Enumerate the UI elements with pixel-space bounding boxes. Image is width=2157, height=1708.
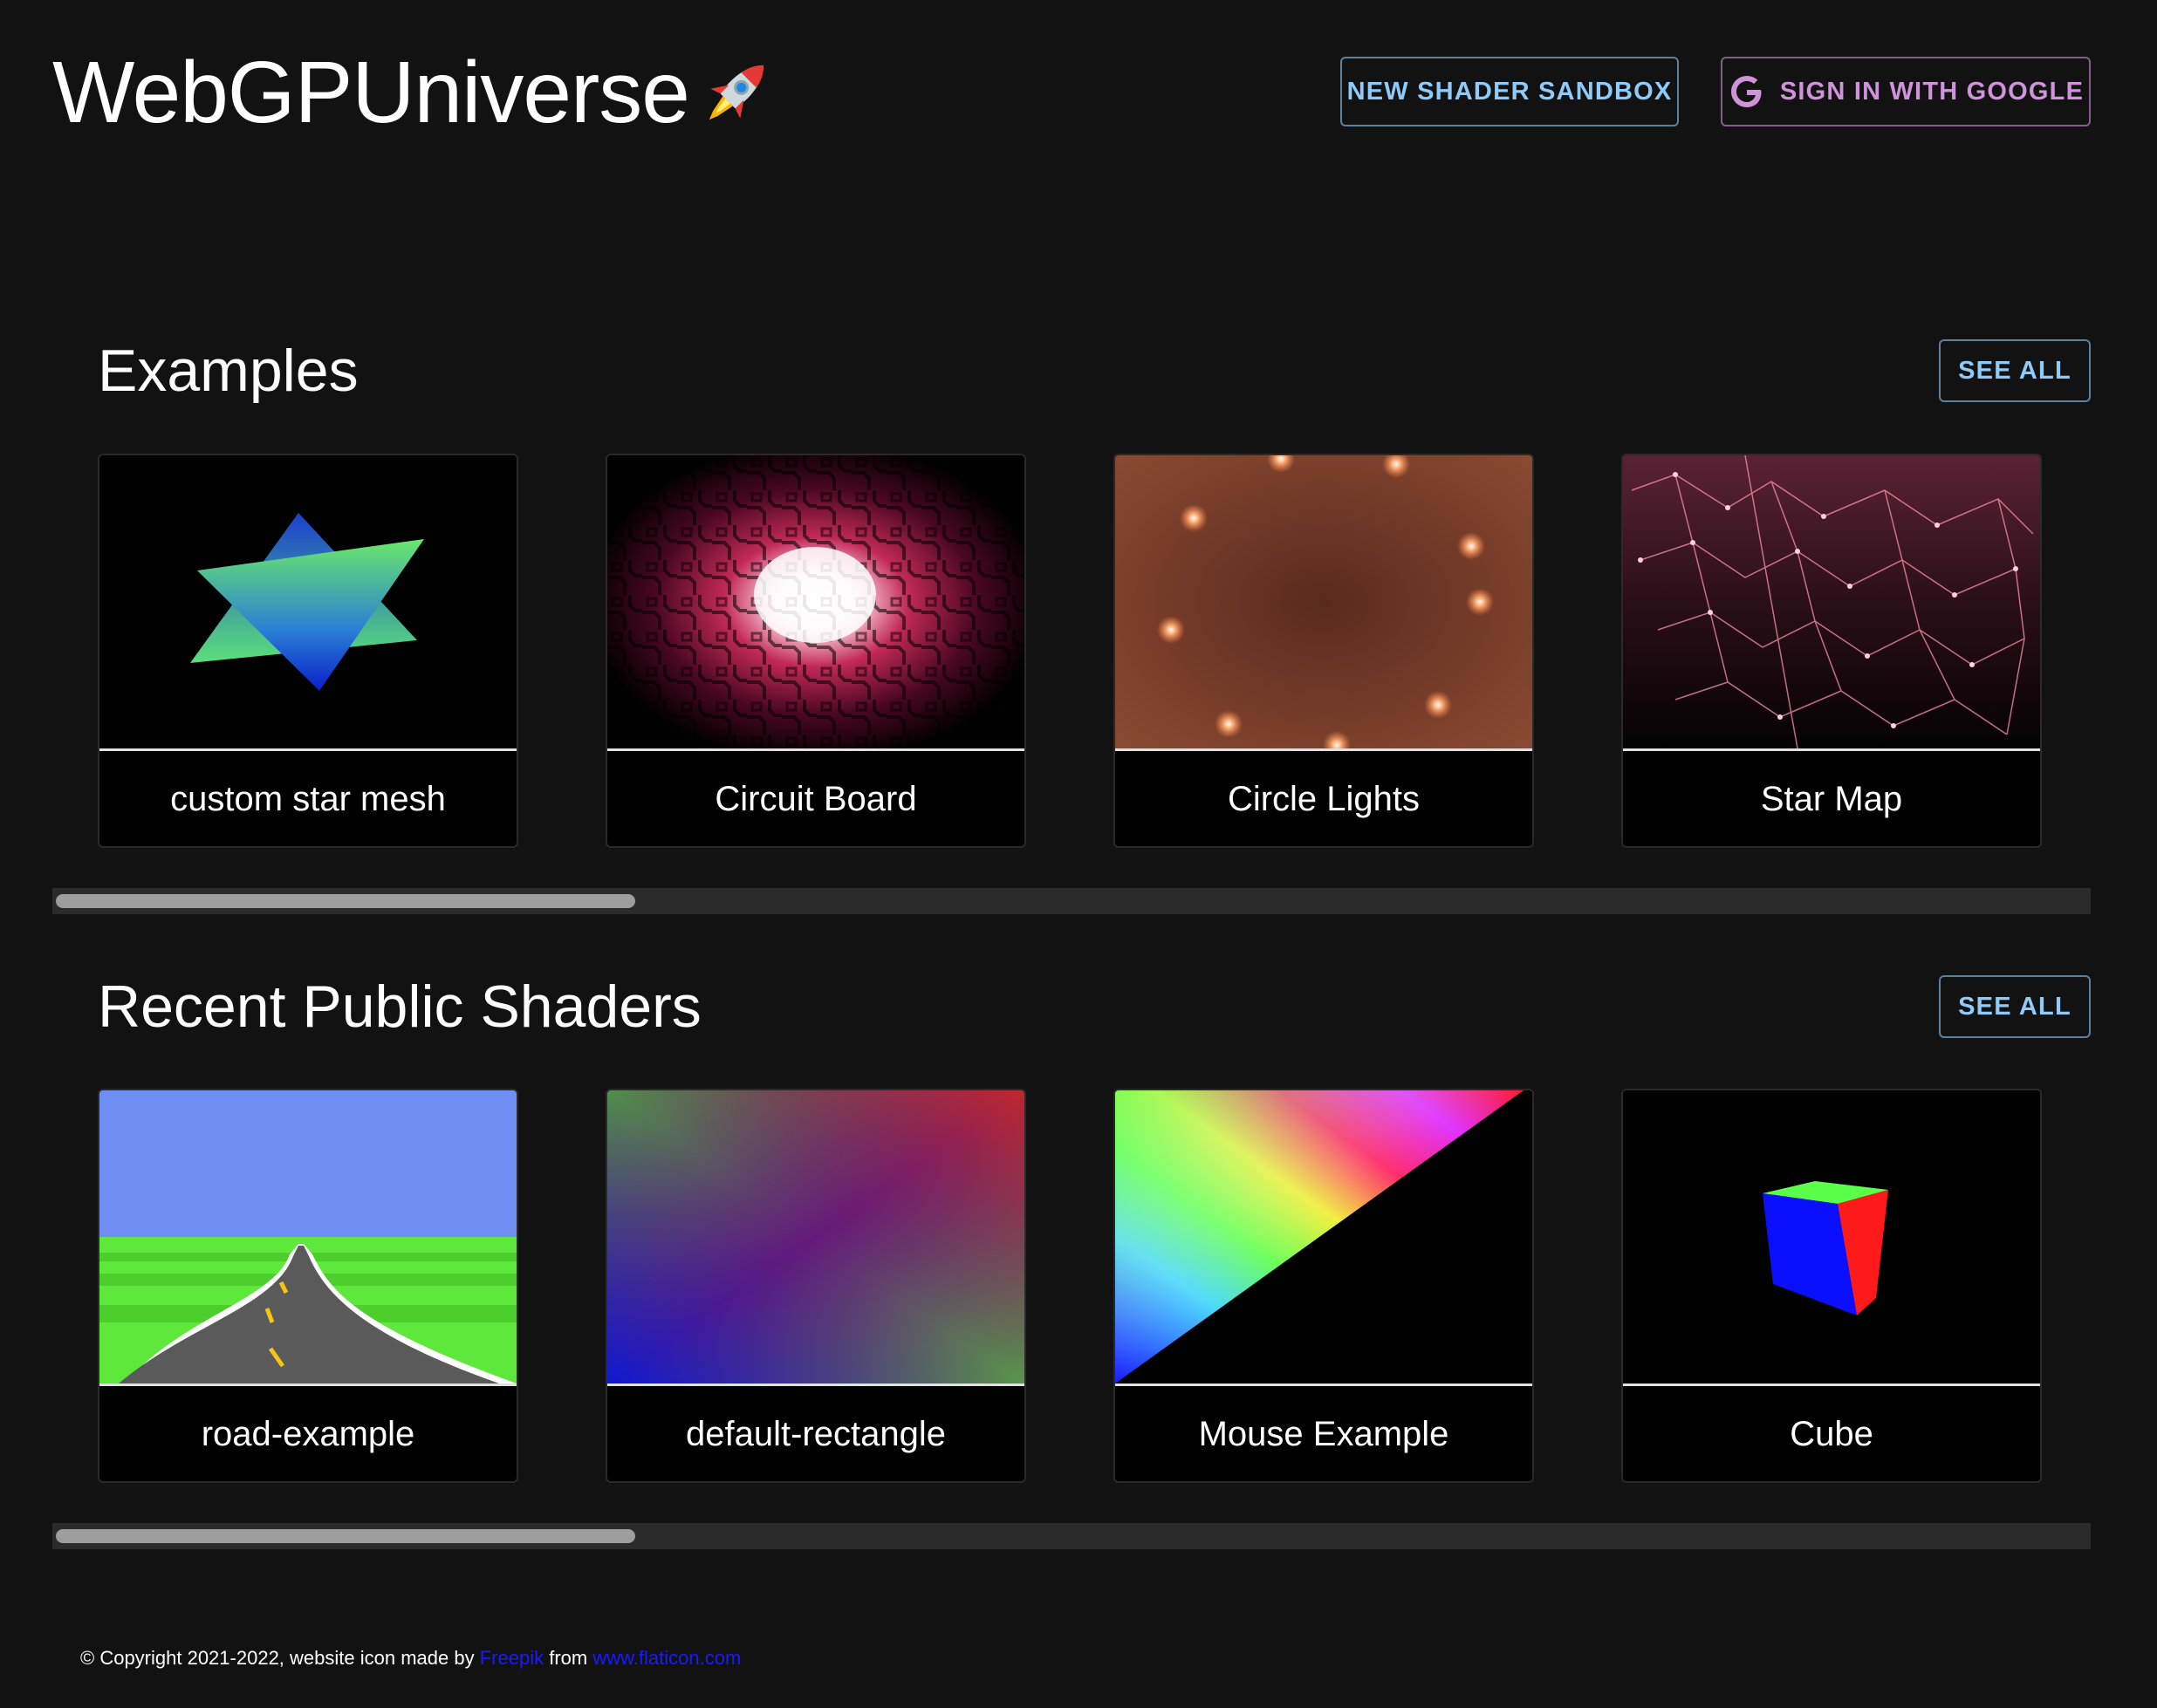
shader-thumbnail: [1623, 455, 2040, 748]
shader-card-label: Circuit Board: [715, 780, 917, 818]
see-all-label: SEE ALL: [1958, 992, 2071, 1021]
app-logo[interactable]: WebGPUniverse: [52, 40, 780, 145]
shader-card-label: road-example: [201, 1415, 415, 1453]
sign-in-google-button[interactable]: SIGN IN WITH GOOGLE: [1721, 57, 2091, 126]
recent-see-all-button[interactable]: SEE ALL: [1939, 975, 2091, 1038]
scrollbar-thumb[interactable]: [56, 894, 635, 908]
shader-card-circle-lights[interactable]: Circle Lights: [1113, 454, 1534, 848]
shader-thumbnail: [607, 455, 1024, 748]
flaticon-link[interactable]: www.flaticon.com: [592, 1647, 741, 1669]
shader-card-star-map[interactable]: Star Map: [1621, 454, 2042, 848]
examples-title: Examples: [98, 338, 359, 404]
scrollbar-thumb[interactable]: [56, 1529, 635, 1543]
shader-card-cube[interactable]: Cube: [1621, 1089, 2042, 1483]
shader-card-label: Cube: [1790, 1415, 1873, 1453]
examples-scrollbar[interactable]: [52, 888, 2091, 914]
shader-thumbnail: [99, 455, 517, 748]
recent-shaders-scrollbar[interactable]: [52, 1523, 2091, 1549]
shader-thumbnail: [607, 1090, 1024, 1383]
examples-carousel: custom star mesh Circuit Board Circle Li…: [98, 454, 2091, 848]
freepik-link[interactable]: Freepik: [480, 1647, 544, 1669]
shader-card-label: default-rectangle: [686, 1415, 946, 1453]
app-title: WebGPUniverse: [52, 44, 690, 141]
google-icon: [1728, 72, 1766, 111]
footer: © Copyright 2021-2022, website icon made…: [80, 1647, 741, 1670]
shader-card-custom-star-mesh[interactable]: custom star mesh: [98, 454, 518, 848]
new-shader-sandbox-button[interactable]: NEW SHADER SANDBOX: [1340, 57, 1679, 126]
examples-see-all-button[interactable]: SEE ALL: [1939, 339, 2091, 402]
recent-shaders-title: Recent Public Shaders: [98, 974, 702, 1040]
shader-card-default-rectangle[interactable]: default-rectangle: [606, 1089, 1026, 1483]
shader-card-mouse-example[interactable]: Mouse Example: [1113, 1089, 1534, 1483]
shader-thumbnail: [1623, 1090, 2040, 1383]
see-all-label: SEE ALL: [1958, 356, 2071, 385]
shader-card-label: Circle Lights: [1227, 780, 1421, 818]
shader-card-label: custom star mesh: [170, 780, 446, 818]
page: WebGPUniverse NEW SHADER SANDBOX SIGN IN…: [0, 0, 2157, 1708]
shader-card-circuit-board[interactable]: Circuit Board: [606, 454, 1026, 848]
shader-thumbnail: [1115, 1090, 1532, 1383]
shader-thumbnail: [99, 1090, 517, 1383]
shader-thumbnail: [1115, 455, 1532, 748]
shader-card-label: Star Map: [1760, 780, 1903, 818]
shader-card-road-example[interactable]: road-example: [98, 1089, 518, 1483]
new-shader-sandbox-label: NEW SHADER SANDBOX: [1346, 77, 1673, 106]
recent-shaders-carousel: road-example default-rectangle Mouse Exa…: [98, 1089, 2091, 1483]
footer-copyright: © Copyright 2021-2022, website icon made…: [80, 1647, 475, 1669]
sign-in-google-label: SIGN IN WITH GOOGLE: [1779, 77, 2085, 106]
footer-from: from: [549, 1647, 588, 1669]
rocket-icon: [693, 49, 780, 136]
shader-card-label: Mouse Example: [1198, 1415, 1449, 1453]
